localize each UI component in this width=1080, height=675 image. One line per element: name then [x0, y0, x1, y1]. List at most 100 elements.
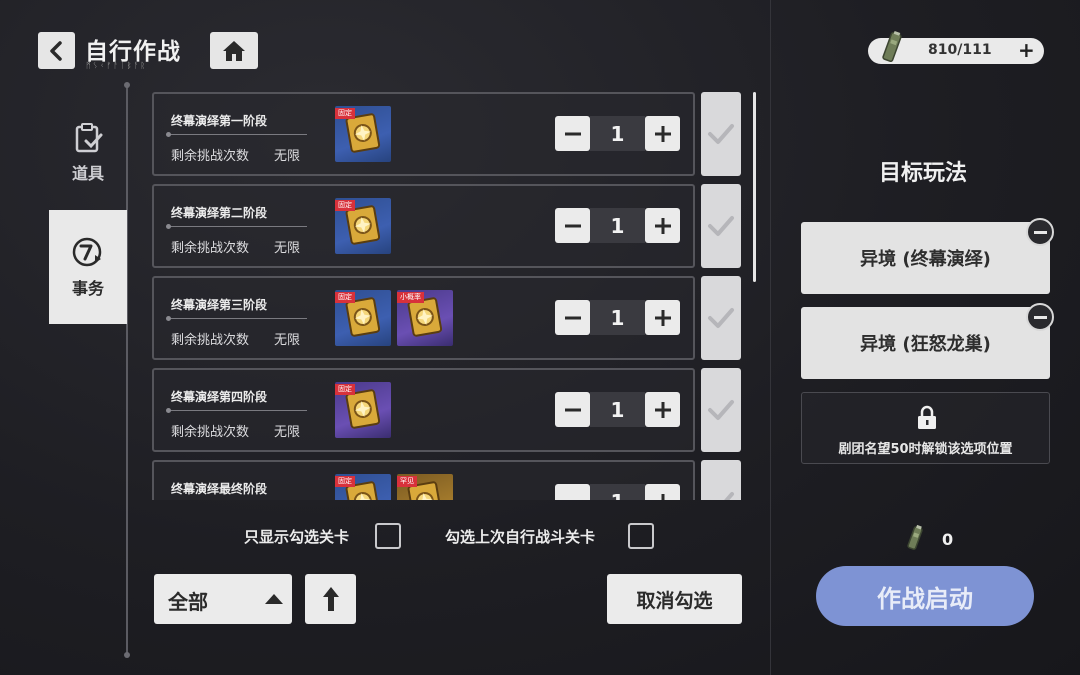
- stage-divider: [166, 316, 307, 321]
- target-card[interactable]: 异境 (狂怒龙巢): [801, 307, 1050, 379]
- plus-icon: [654, 217, 671, 234]
- locked-slot-text: 剧团名望50时解锁该选项位置: [838, 442, 1013, 457]
- sort-button[interactable]: [305, 574, 356, 624]
- decrease-button[interactable]: [555, 116, 590, 151]
- reward-item[interactable]: 固定: [335, 290, 391, 346]
- reward-tag: 固定: [335, 476, 355, 487]
- decrease-button[interactable]: [555, 484, 590, 500]
- quantity-value: 1: [590, 484, 645, 500]
- panel-divider: [770, 0, 771, 675]
- minus-icon: [564, 316, 581, 319]
- increase-button[interactable]: [645, 116, 680, 151]
- stage-row[interactable]: 终幕演绎第二阶段 剩余挑战次数 无限 固定 1: [152, 184, 695, 268]
- divider-dot: [124, 652, 130, 658]
- increase-button[interactable]: [645, 392, 680, 427]
- minus-icon: [564, 408, 581, 411]
- minus-icon: [564, 224, 581, 227]
- quantity-value: 1: [590, 116, 645, 151]
- battery-icon: [880, 30, 904, 68]
- locked-slot: 剧团名望50时解锁该选项位置: [801, 392, 1050, 464]
- quantity-value: 1: [590, 208, 645, 243]
- minus-icon: [1033, 230, 1047, 234]
- remaining-label: 剩余挑战次数: [171, 241, 250, 256]
- filter-dropdown-label: 全部: [168, 590, 208, 614]
- reward-tag: 罕见: [397, 476, 417, 487]
- arrow-up-icon: [322, 587, 339, 611]
- minus-icon: [1033, 315, 1047, 319]
- increase-button[interactable]: [645, 208, 680, 243]
- stage-divider: [166, 132, 307, 137]
- remaining-value: 无限: [274, 241, 301, 256]
- start-battle-button[interactable]: 作战启动: [816, 566, 1034, 626]
- reward-item[interactable]: 固定: [335, 198, 391, 254]
- check-icon: [708, 124, 734, 144]
- reward-tag: 固定: [335, 200, 355, 211]
- cancel-selection-button[interactable]: 取消勾选: [607, 574, 742, 624]
- remaining-value: 无限: [274, 149, 301, 164]
- stage-name: 终幕演绎最终阶段: [171, 482, 268, 496]
- only-checked-checkbox[interactable]: [375, 523, 401, 549]
- back-button[interactable]: [38, 32, 75, 69]
- page-subtitle: ᛗᛊᚲᚠᚨᛁᛒᚨᚱ: [86, 61, 148, 70]
- target-card[interactable]: 异境 (终幕演绎): [801, 222, 1050, 294]
- check-icon: [708, 216, 734, 236]
- stage-checkbox[interactable]: [701, 368, 741, 452]
- decrease-button[interactable]: [555, 208, 590, 243]
- decrease-button[interactable]: [555, 300, 590, 335]
- home-button[interactable]: [210, 32, 258, 69]
- remove-target-button[interactable]: [1026, 303, 1054, 331]
- remaining-value: 无限: [274, 333, 301, 348]
- reward-tag: 固定: [335, 292, 355, 303]
- triangle-up-icon: [265, 594, 283, 604]
- scrollbar[interactable]: [753, 92, 756, 282]
- stage-row[interactable]: 终幕演绎最终阶段剩余挑战次数无限固定罕见1: [152, 460, 695, 500]
- add-resource-button[interactable]: +: [1018, 38, 1035, 62]
- stage-checkbox[interactable]: [701, 276, 741, 360]
- check-icon: [708, 308, 734, 328]
- sidebar-item-tasks[interactable]: 事务: [49, 210, 127, 324]
- battery-icon: [905, 524, 925, 556]
- check-last-label: 勾选上次自行战斗关卡: [445, 528, 596, 546]
- reward-item[interactable]: 固定: [335, 382, 391, 438]
- plus-icon: [661, 493, 664, 500]
- reward-item[interactable]: 固定: [335, 106, 391, 162]
- remove-target-button[interactable]: [1026, 218, 1054, 246]
- stage-name: 终幕演绎第三阶段: [171, 298, 268, 312]
- reward-tag: 小概率: [397, 292, 424, 303]
- plus-icon: [654, 401, 671, 418]
- reward-item[interactable]: 小概率: [397, 290, 453, 346]
- target-title: 目标玩法: [879, 161, 968, 186]
- remaining-label: 剩余挑战次数: [171, 333, 250, 348]
- decrease-button[interactable]: [555, 392, 590, 427]
- check-last-checkbox[interactable]: [628, 523, 654, 549]
- divider-dot: [124, 82, 130, 88]
- stage-checkbox[interactable]: [701, 92, 741, 176]
- resource-value: 810/111: [928, 42, 992, 58]
- only-checked-label: 只显示勾选关卡: [244, 528, 350, 546]
- sidebar-item-label: 事务: [71, 279, 104, 298]
- sidebar-item-items[interactable]: 道具: [49, 96, 127, 210]
- stage-row[interactable]: 终幕演绎第四阶段 剩余挑战次数 无限 固定 1: [152, 368, 695, 452]
- increase-button[interactable]: [645, 300, 680, 335]
- filter-dropdown[interactable]: 全部: [154, 574, 292, 624]
- stage-row[interactable]: 终幕演绎第一阶段 剩余挑战次数 无限 固定 1: [152, 92, 695, 176]
- reward-item[interactable]: 固定: [335, 474, 391, 500]
- stage-divider: [166, 408, 307, 413]
- quantity-value: 1: [590, 392, 645, 427]
- plus-icon: [654, 309, 671, 326]
- plus-icon: [654, 125, 671, 142]
- minus-icon: [563, 492, 583, 501]
- stage-divider: [166, 224, 307, 229]
- stage-list[interactable]: 终幕演绎第一阶段 剩余挑战次数 无限 固定 1 终幕演绎第二阶段 剩余挑战次数 无限 固定 1 终幕…: [152, 92, 752, 500]
- increase-button[interactable]: [645, 484, 680, 500]
- home-icon: [223, 40, 245, 61]
- stage-name: 终幕演绎第一阶段: [171, 114, 268, 128]
- clipboard-check-icon: [75, 123, 103, 153]
- stage-checkbox[interactable]: [701, 460, 741, 500]
- stage-name: 终幕演绎第四阶段: [171, 390, 268, 404]
- reward-item[interactable]: 罕见: [397, 474, 453, 500]
- stage-row[interactable]: 终幕演绎第三阶段 剩余挑战次数 无限 固定 小概率 1: [152, 276, 695, 360]
- sidebar-item-label: 道具: [71, 164, 104, 183]
- remaining-label: 剩余挑战次数: [171, 149, 250, 164]
- stage-checkbox[interactable]: [701, 184, 741, 268]
